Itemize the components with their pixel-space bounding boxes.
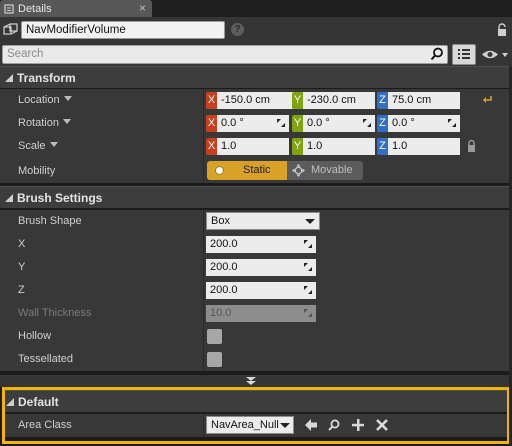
scale-y-value[interactable]: 1.0 bbox=[303, 138, 375, 155]
wall-thickness-label: Wall Thickness bbox=[18, 307, 92, 319]
spin-arrow-icon bbox=[304, 263, 312, 271]
brush-shape-label: Brush Shape bbox=[18, 215, 82, 227]
lock-icon[interactable] bbox=[466, 139, 477, 153]
radio-selected-icon bbox=[215, 166, 224, 175]
scale-x[interactable]: X 1.0 bbox=[206, 138, 289, 155]
mobility-toggle: Static Movable bbox=[207, 161, 363, 180]
chevron-down-icon bbox=[49, 142, 58, 147]
scale-z-value[interactable]: 1.0 bbox=[388, 138, 460, 155]
brush-x-row: X 200.0 bbox=[0, 233, 512, 256]
close-icon[interactable]: × bbox=[139, 1, 146, 15]
rotation-z[interactable]: Z 0.0 ° bbox=[377, 115, 460, 132]
brush-x-field[interactable]: 200.0 bbox=[206, 236, 316, 253]
brush-y-row: Y 200.0 bbox=[0, 256, 512, 279]
location-y[interactable]: Y -230.0 cm bbox=[292, 92, 375, 109]
actor-name-field[interactable]: NavModifierVolume bbox=[21, 21, 225, 39]
tab-bar: Details × bbox=[0, 0, 512, 17]
expand-arrow-icon bbox=[246, 377, 256, 385]
hollow-checkbox[interactable] bbox=[207, 329, 222, 344]
collapse-arrow-icon bbox=[5, 73, 13, 82]
rotation-y-value[interactable]: 0.0 ° bbox=[307, 117, 330, 129]
tab-title: Details bbox=[18, 2, 52, 15]
brush-x-label: X bbox=[18, 238, 26, 250]
spin-arrow-icon bbox=[277, 119, 285, 127]
lock-icon[interactable] bbox=[496, 23, 508, 37]
default-section-highlight bbox=[2, 387, 510, 444]
movable-icon bbox=[292, 164, 305, 177]
rotation-label[interactable]: Rotation bbox=[18, 117, 71, 129]
rotation-x[interactable]: X 0.0 ° bbox=[206, 115, 289, 132]
reset-arrow-icon[interactable] bbox=[483, 95, 493, 104]
location-label[interactable]: Location bbox=[18, 94, 72, 106]
transform-section-header[interactable]: Transform bbox=[0, 66, 512, 88]
scale-row: Scale X 1.0 Y 1.0 Z 1.0 bbox=[0, 135, 512, 158]
rotation-z-value[interactable]: 0.0 ° bbox=[392, 117, 415, 129]
grid-view-button[interactable] bbox=[452, 44, 476, 65]
tessellated-checkbox[interactable] bbox=[207, 352, 222, 367]
scale-z[interactable]: Z 1.0 bbox=[377, 138, 460, 155]
location-y-value[interactable]: -230.0 cm bbox=[303, 92, 375, 109]
brush-settings-section-header[interactable]: Brush Settings bbox=[0, 186, 512, 208]
scale-x-value[interactable]: 1.0 bbox=[217, 138, 289, 155]
brush-y-label: Y bbox=[18, 261, 26, 273]
brush-shape-row: Brush Shape Box bbox=[0, 210, 512, 233]
mobility-static-button[interactable]: Static bbox=[207, 161, 287, 180]
collapse-arrow-icon bbox=[5, 193, 13, 202]
tab-details-icon bbox=[4, 3, 14, 14]
wall-thickness-field: 10.0 bbox=[206, 305, 316, 322]
rotation-x-value[interactable]: 0.0 ° bbox=[221, 117, 244, 129]
details-header: NavModifierVolume ? bbox=[0, 17, 512, 43]
mobility-row: Mobility Static Movable bbox=[0, 158, 512, 183]
tessellated-label: Tessellated bbox=[18, 353, 74, 365]
tab-details[interactable]: Details × bbox=[0, 0, 152, 17]
section-title: Brush Settings bbox=[17, 190, 103, 205]
chevron-down-icon bbox=[63, 96, 72, 101]
mobility-movable-button[interactable]: Movable bbox=[287, 161, 363, 180]
rotation-row: Rotation X 0.0 ° Y 0.0 ° Z 0.0 ° bbox=[0, 112, 512, 135]
chevron-down-icon bbox=[62, 119, 71, 124]
help-icon[interactable]: ? bbox=[231, 23, 244, 36]
brush-z-row: Z 200.0 bbox=[0, 279, 512, 302]
actor-icon bbox=[3, 23, 18, 35]
brush-z-label: Z bbox=[18, 284, 25, 296]
grid-view-icon bbox=[458, 49, 470, 59]
location-row: Location X -150.0 cm Y -230.0 cm Z 75.0 cm bbox=[0, 89, 512, 112]
scale-label[interactable]: Scale bbox=[18, 140, 58, 152]
eye-icon[interactable] bbox=[481, 48, 509, 61]
location-x[interactable]: X -150.0 cm bbox=[206, 92, 295, 109]
brush-z-field[interactable]: 200.0 bbox=[206, 282, 316, 299]
mobility-label: Mobility bbox=[18, 165, 56, 177]
wall-thickness-row: Wall Thickness 10.0 bbox=[0, 302, 512, 325]
chevron-down-icon bbox=[305, 219, 315, 224]
location-z[interactable]: Z 75.0 cm bbox=[377, 92, 460, 109]
spin-arrow-icon bbox=[304, 286, 312, 294]
section-title: Transform bbox=[17, 70, 76, 85]
brush-y-field[interactable]: 200.0 bbox=[206, 259, 316, 276]
search-input[interactable]: Search bbox=[2, 45, 448, 64]
spin-arrow-icon bbox=[363, 119, 371, 127]
location-x-value[interactable]: -150.0 cm bbox=[217, 92, 295, 109]
scale-y[interactable]: Y 1.0 bbox=[292, 138, 375, 155]
search-row: Search bbox=[0, 43, 512, 66]
spin-arrow-icon bbox=[304, 309, 312, 317]
location-z-value[interactable]: 75.0 cm bbox=[388, 92, 460, 109]
hollow-label: Hollow bbox=[18, 330, 52, 342]
spin-arrow-icon bbox=[448, 119, 456, 127]
tessellated-row: Tessellated bbox=[0, 348, 512, 371]
advanced-expander[interactable] bbox=[0, 375, 512, 387]
search-icon bbox=[430, 47, 443, 61]
spin-arrow-icon bbox=[304, 240, 312, 248]
brush-shape-combo[interactable]: Box bbox=[206, 212, 320, 230]
hollow-row: Hollow bbox=[0, 325, 512, 348]
rotation-y[interactable]: Y 0.0 ° bbox=[292, 115, 375, 132]
